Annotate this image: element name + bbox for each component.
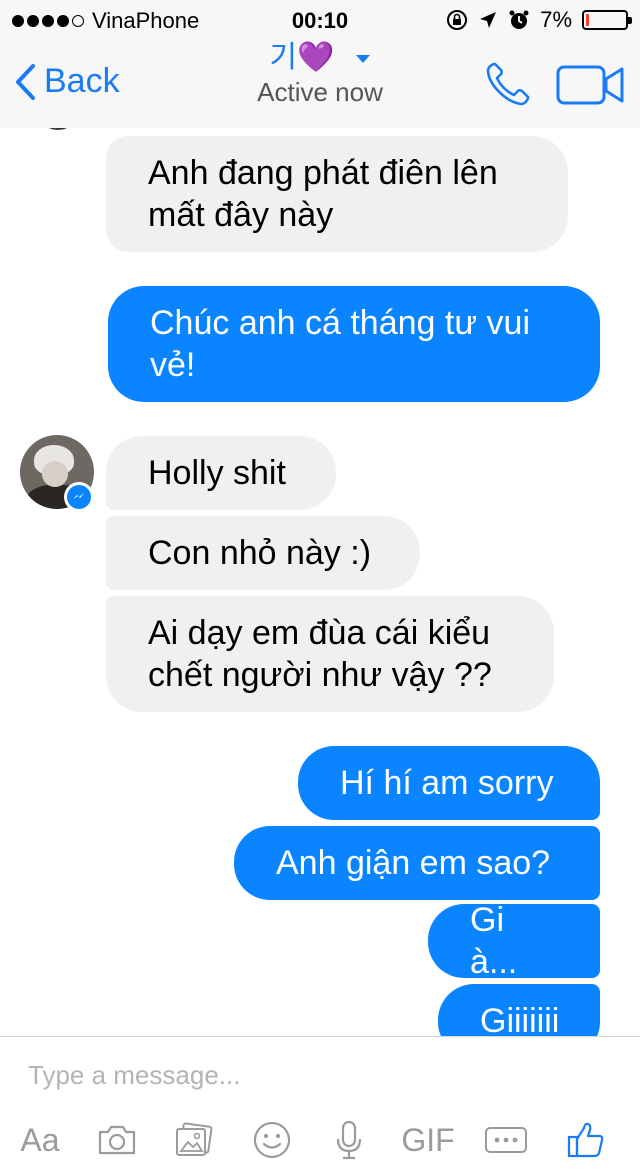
- gallery-button[interactable]: [174, 1115, 214, 1165]
- message-bubble-outgoing[interactable]: Hí hí am sorry: [298, 746, 600, 820]
- messenger-badge-icon: [64, 482, 94, 512]
- voice-message-button[interactable]: [334, 1115, 364, 1165]
- battery-percent: 7%: [540, 7, 572, 32]
- more-button[interactable]: [484, 1115, 528, 1165]
- conversation-header: Back 기💜 Active now: [0, 40, 640, 128]
- message-list[interactable]: Anh đang phát điên lên mất đây này Chúc …: [0, 128, 640, 1036]
- thumbs-up-icon: [567, 1122, 604, 1158]
- status-bar: VinaPhone 00:10 7%: [0, 0, 640, 40]
- more-icon: [485, 1127, 527, 1153]
- video-call-button[interactable]: [556, 64, 626, 111]
- message-bubble-outgoing[interactable]: Gi à...: [428, 901, 600, 981]
- battery-icon: [582, 10, 632, 30]
- presence-status: Active now: [257, 77, 383, 107]
- rotation-lock-icon: [447, 10, 468, 30]
- emoji-icon: [253, 1121, 291, 1159]
- message-text-line: Con nhỏ này :): [148, 534, 372, 572]
- alarm-icon: [509, 10, 529, 29]
- gallery-icon: [176, 1122, 213, 1156]
- gif-button[interactable]: GIF: [400, 1115, 456, 1165]
- message-bubble-incoming[interactable]: Holly shit: [106, 436, 336, 510]
- message-bubble-incoming[interactable]: Con nhỏ này :): [106, 516, 420, 590]
- text-format-button[interactable]: Aa: [14, 1115, 66, 1165]
- message-composer: Aa: [0, 1036, 640, 1174]
- chevron-down-icon: [355, 55, 370, 64]
- message-bubble-incoming[interactable]: Anh đang phát điên lên mất đây này: [106, 136, 568, 252]
- phone-icon: [486, 62, 530, 106]
- message-text-line: Anh giận em sao?: [276, 844, 551, 882]
- battery-level-fill: [586, 14, 589, 26]
- camera-button[interactable]: [96, 1115, 138, 1165]
- message-text-line: Chúc anh cá tháng tư vui: [150, 304, 530, 342]
- status-icons: 7%: [446, 7, 632, 33]
- contact-title[interactable]: 기💜 Active now: [0, 40, 640, 108]
- microphone-icon: [336, 1120, 362, 1160]
- message-text-line: Ai dạy em đùa cái kiểu: [148, 614, 491, 652]
- message-text-line: Gi à...: [470, 901, 518, 981]
- emoji-button[interactable]: [252, 1115, 292, 1165]
- message-text-line: Holly shit: [148, 454, 286, 492]
- avatar-cutoff: [36, 128, 80, 130]
- message-text-line: Hí hí am sorry: [340, 764, 554, 802]
- message-bubble-outgoing[interactable]: Giiiiiii: [438, 984, 600, 1036]
- message-text-line: mất đây này: [148, 196, 334, 234]
- message-text-line: vẻ!: [150, 346, 196, 384]
- contact-name: 기💜: [269, 41, 335, 74]
- message-bubble-outgoing[interactable]: Chúc anh cá tháng tư vui vẻ!: [108, 286, 600, 402]
- message-text-line: Giiiiiii: [480, 1002, 560, 1036]
- like-button[interactable]: [566, 1115, 606, 1165]
- location-arrow-icon: [480, 12, 497, 28]
- video-camera-icon: [556, 65, 624, 105]
- camera-icon: [98, 1125, 136, 1155]
- message-input[interactable]: [28, 1055, 608, 1095]
- message-bubble-incoming[interactable]: Ai dạy em đùa cái kiểu chết người như vậ…: [106, 596, 554, 712]
- message-text-line: chết người như vậy ??: [148, 656, 492, 694]
- message-text-line: Anh đang phát điên lên: [148, 154, 498, 192]
- voice-call-button[interactable]: [484, 60, 532, 113]
- composer-toolbar: Aa GIF: [0, 1115, 640, 1165]
- message-bubble-outgoing[interactable]: Anh giận em sao?: [234, 826, 600, 900]
